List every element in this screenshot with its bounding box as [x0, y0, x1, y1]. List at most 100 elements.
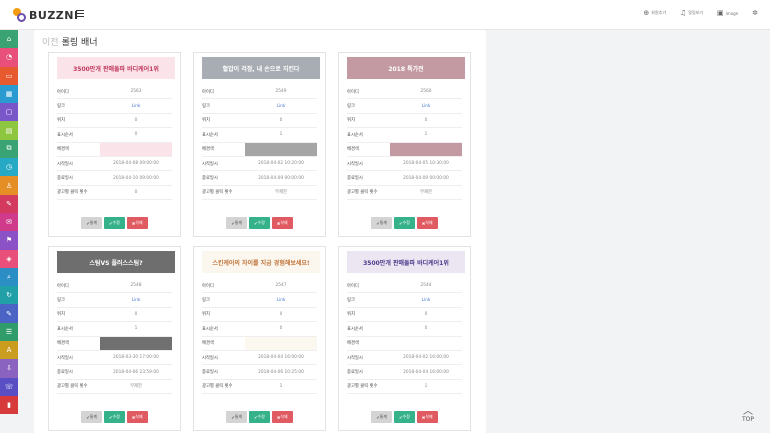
header-action-gear[interactable]: ✲ [752, 9, 758, 17]
sidebar-item-10[interactable]: ✎ [0, 194, 18, 213]
row-label: 시작일시 [57, 355, 73, 361]
sidebar-item-19[interactable]: ⇩ [0, 359, 18, 378]
row-value-id: 2548 [130, 283, 142, 289]
sidebar-item-5[interactable]: ▢ [0, 103, 18, 122]
row-end: 종료일시 2018-04-09 00:00:00 [202, 171, 317, 186]
row-position: 위치 0 [57, 308, 172, 323]
del-button[interactable]: ✖ 삭제 [271, 411, 293, 423]
stat-button[interactable]: ✔ 통계 [226, 411, 248, 423]
stat-button[interactable]: ✔ 통계 [371, 217, 393, 229]
edit-button[interactable]: ✔ 수정 [249, 217, 270, 229]
stat-button[interactable]: ✔ 통계 [81, 411, 103, 423]
row-label: 종료일시 [57, 176, 73, 182]
row-value-link[interactable]: Link [390, 298, 462, 303]
row-label: 종료일시 [202, 370, 218, 376]
sidebar-item-12[interactable]: ⚑ [0, 231, 18, 250]
card-actions: ✔ 통계 ✔ 수정 ✖ 삭제 [339, 411, 470, 423]
sidebar-item-18[interactable]: A [0, 341, 18, 360]
edit-button[interactable]: ✔ 수정 [104, 217, 125, 229]
banner-card: 3500만개 판매돌파 바디케어1위 아이디 2563 링크 Link 위치 0 표시순서 0 배… [48, 52, 181, 237]
row-label: 광고별 클릭 횟수 [57, 190, 88, 196]
logo[interactable]: BUZZNI [13, 8, 79, 22]
row-label: 표시순서 [202, 132, 218, 138]
edit-button-label: 수정 [112, 414, 120, 419]
sidebar-item-4[interactable]: ▦ [0, 84, 18, 104]
row-value-position: 0 [134, 117, 138, 123]
row-link: 링크 Link [202, 293, 317, 308]
del-button[interactable]: ✖ 삭제 [126, 217, 148, 229]
row-value-link[interactable]: Link [390, 104, 462, 109]
sidebar-item-11[interactable]: ✉ [0, 212, 18, 232]
breadcrumb-prev[interactable]: 이전 [42, 38, 59, 48]
sidebar-item-8[interactable]: ◷ [0, 158, 18, 177]
row-order: 표시순서 0 [57, 128, 172, 143]
row-label: 종료일시 [347, 176, 363, 182]
edit-button[interactable]: ✔ 수정 [104, 411, 125, 423]
header-action-image[interactable]: ▣ image [717, 9, 738, 17]
row-value-end: 2018-04-10 09:00:00 [113, 175, 159, 181]
sidebar-item-15[interactable]: ↻ [0, 286, 18, 305]
del-button[interactable]: ✖ 삭제 [126, 411, 148, 423]
del-button[interactable]: ✖ 삭제 [416, 411, 438, 423]
scroll-top-label: TOP [742, 416, 755, 423]
row-start: 시작일시 2018-04-02 16:00:00 [347, 351, 462, 366]
stat-button-label: 통계 [234, 220, 243, 225]
row-value-start: 2018-03-30 17:00:00 [113, 355, 159, 361]
row-id: 아이디 2560 [347, 85, 462, 100]
row-label: 표시순서 [202, 326, 218, 332]
row-value-id: 2560 [420, 89, 432, 95]
row-bg: 배경색 [347, 336, 462, 351]
sidebar-item-21[interactable]: ▮ [0, 395, 18, 415]
menu-toggle-icon[interactable] [76, 10, 84, 17]
stat-button[interactable]: ✔ 통계 [226, 217, 248, 229]
row-start: 시작일시 2018-04-08 09:00:00 [57, 157, 172, 172]
row-position: 위치 0 [347, 308, 462, 323]
banner-image: 3500만개 판매돌파 바디케어1위 [57, 57, 175, 79]
header-action-user-plus[interactable]: ⊕ 회원추가 [643, 9, 666, 17]
stat-button[interactable]: ✔ 통계 [81, 217, 103, 229]
row-clicks: 광고별 클릭 횟수 0 [57, 186, 172, 201]
row-value-order: 1 [424, 132, 428, 138]
row-value-order: 1 [134, 326, 138, 332]
row-value-start: 2018-04-02 16:00:00 [403, 355, 449, 361]
del-button[interactable]: ✖ 삭제 [416, 217, 438, 229]
edit-button[interactable]: ✔ 수정 [394, 217, 415, 229]
del-button[interactable]: ✖ 삭제 [271, 217, 293, 229]
sidebar-item-14[interactable]: ⌕ [0, 267, 18, 287]
sidebar-item-3[interactable]: ▭ [0, 66, 18, 85]
sidebar-item-2[interactable]: ◔ [0, 48, 18, 67]
edit-button[interactable]: ✔ 수정 [249, 411, 270, 423]
sidebar-item-17[interactable]: ☰ [0, 322, 18, 342]
row-label: 아이디 [57, 89, 69, 95]
header-action-label: image [725, 10, 739, 16]
row-value-clicks: 1 [279, 383, 283, 389]
row-order: 표시순서 1 [202, 128, 317, 143]
row-value-link[interactable]: Link [245, 298, 317, 303]
sidebar-item-13[interactable]: ◈ [0, 249, 18, 268]
row-value-position: 0 [134, 311, 138, 317]
row-position: 위치 0 [57, 114, 172, 129]
row-end: 종료일시 2018-04-06 10:25:00 [202, 365, 317, 380]
row-value-position: 0 [424, 311, 428, 317]
header-action-bell[interactable]: ♫ 알림보기 [680, 9, 703, 17]
row-label: 링크 [347, 298, 355, 304]
stat-button[interactable]: ✔ 통계 [371, 411, 393, 423]
sidebar-item-7[interactable]: ⧉ [0, 139, 18, 159]
banner-image: 스팀VS 플러스스팀? [57, 251, 175, 273]
sidebar-item-6[interactable]: ▤ [0, 121, 18, 140]
sidebar-item-20[interactable]: ☏ [0, 377, 18, 396]
sidebar-item-9[interactable]: ♙ [0, 176, 18, 195]
row-value-link[interactable]: Link [100, 104, 172, 109]
sidebar-item-16[interactable]: ✎ [0, 304, 18, 323]
scroll-top-button[interactable]: ︿ TOP [742, 407, 755, 424]
row-value-position: 0 [279, 311, 283, 317]
edit-button[interactable]: ✔ 수정 [394, 411, 415, 423]
row-value-link[interactable]: Link [100, 298, 172, 303]
sidebar-item-1[interactable]: ⌂ [0, 30, 18, 49]
row-link: 링크 Link [57, 293, 172, 308]
banner-image: 스킨케어의 차이를 지금 경험해보세요! [202, 251, 320, 273]
row-value-id: 2549 [275, 89, 287, 95]
row-value-link[interactable]: Link [245, 104, 317, 109]
row-bg: 배경색 [202, 142, 317, 157]
row-value-end: 2018-04-06 10:25:00 [258, 369, 304, 375]
